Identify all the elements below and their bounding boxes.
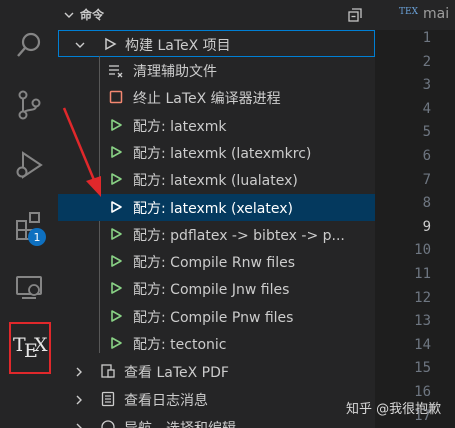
tree-item[interactable]: 配方: Compile Rnw files [58,248,375,275]
extensions-icon[interactable] [0,196,58,254]
line-number: 12 [414,289,431,306]
line-number: 10 [414,242,431,259]
view-log-item[interactable]: 查看日志消息 [58,386,375,413]
play-icon [111,309,122,322]
chevron-down-icon [75,42,85,48]
build-project-label: 构建 LaTeX 项目 [125,38,231,54]
line-number: 3 [422,77,431,94]
chevron-right-icon [76,423,82,428]
view-pdf-item[interactable]: 查看 LaTeX PDF [58,358,375,385]
tex-icon[interactable]: T E X [11,334,49,362]
remote-explorer-icon[interactable] [0,258,58,316]
tex-file-icon: TEX [399,7,418,17]
tree-item-label: 配方: latexmk (xelatex) [133,200,293,217]
line-number: 13 [414,313,431,330]
line-number: 8 [422,195,431,212]
play-icon [111,255,122,267]
line-number: 7 [422,171,431,188]
tree-item-label: 配方: latexmk (lualatex) [133,173,298,190]
line-number: 2 [422,53,431,70]
line-number: 4 [422,100,431,117]
tree-item[interactable]: 配方: latexmk (latexmkrc) [58,139,375,166]
activity-bar: 1 T E X [0,0,58,428]
tree-item[interactable]: 终止 LaTeX 编译器进程 [58,84,375,111]
line-number: 6 [422,148,431,164]
recipe-item-selected[interactable]: 配方: latexmk (xelatex) [58,193,375,221]
log-icon [101,391,115,407]
play-icon [111,282,122,295]
source-control-icon[interactable] [0,76,58,134]
build-project-group[interactable]: 构建 LaTeX 项目 [58,30,375,57]
tree-item[interactable]: 配方: tectonic [58,330,375,357]
line-number: 11 [414,266,431,282]
play-outline-icon [105,37,117,51]
chevron-right-icon [76,395,82,405]
chevron-down-icon [64,12,74,18]
tree-item-label: 配方: tectonic [133,337,227,353]
tree-item-label: 清理辅助文件 [133,64,217,80]
tree-item-label: 配方: Compile Pnw files [133,309,294,326]
play-icon [111,173,122,185]
line-number: 1 [422,30,431,46]
extensions-badge: 1 [28,228,46,246]
tree-item[interactable]: 配方: Compile Jnw files [58,275,375,302]
chevron-right-icon [76,367,82,377]
line-number: 5 [422,124,431,141]
run-debug-icon[interactable] [0,136,58,194]
navigate-icon [101,420,115,428]
tree-item-label: 配方: latexmk (latexmkrc) [133,145,312,162]
collapse-all-icon[interactable] [346,6,364,24]
navigate-edit-label: 导航、选择和编辑 [124,418,236,428]
tree-item-label: 配方: latexmk [133,118,227,135]
tree-item-label: 配方: Compile Rnw files [133,255,295,272]
clean-list-icon [109,65,123,78]
tree-item-label: 终止 LaTeX 编译器进程 [133,91,281,108]
line-number: 9 [422,218,431,235]
watermark: 知乎 @我很抱歉 [346,402,442,417]
play-icon [111,200,122,213]
view-log-label: 查看日志消息 [124,393,208,409]
play-icon [111,337,122,349]
section-title: 命令 [80,8,105,22]
navigate-edit-item[interactable]: 导航、选择和编辑 [58,414,375,428]
play-icon [111,146,122,158]
editor-area: TEX mai 1 2 3 4 5 6 7 8 9 10 11 12 13 14 15 16 17 [375,0,455,428]
tab-label: mai [423,6,450,22]
tree-item-label: 配方: pdflatex -> bibtex -> p... [133,227,345,244]
latex-sidebar: 命令 构建 LaTeX 项目 查看 LaTeX PDF 查看日志消息 导航、选择… [58,0,375,428]
stop-square-icon [109,91,123,104]
tree-item-label: 配方: Compile Jnw files [133,282,290,299]
search-icon[interactable] [0,16,58,74]
tree-item[interactable]: 配方: Compile Pnw files [58,303,375,330]
line-number: 15 [414,360,431,377]
tree-item[interactable]: 配方: pdflatex -> bibtex -> p... [58,221,375,248]
line-number: 14 [414,336,431,353]
tree-item[interactable]: 清理辅助文件 [58,57,375,84]
play-icon [111,227,122,240]
view-pdf-label: 查看 LaTeX PDF [124,365,229,381]
section-header[interactable]: 命令 [58,0,375,30]
editor-tab[interactable]: TEX mai [375,0,455,30]
pdf-view-icon [101,364,115,378]
play-icon [111,118,122,131]
tree-item[interactable]: 配方: latexmk [58,112,375,139]
tree-item[interactable]: 配方: latexmk (lualatex) [58,166,375,193]
